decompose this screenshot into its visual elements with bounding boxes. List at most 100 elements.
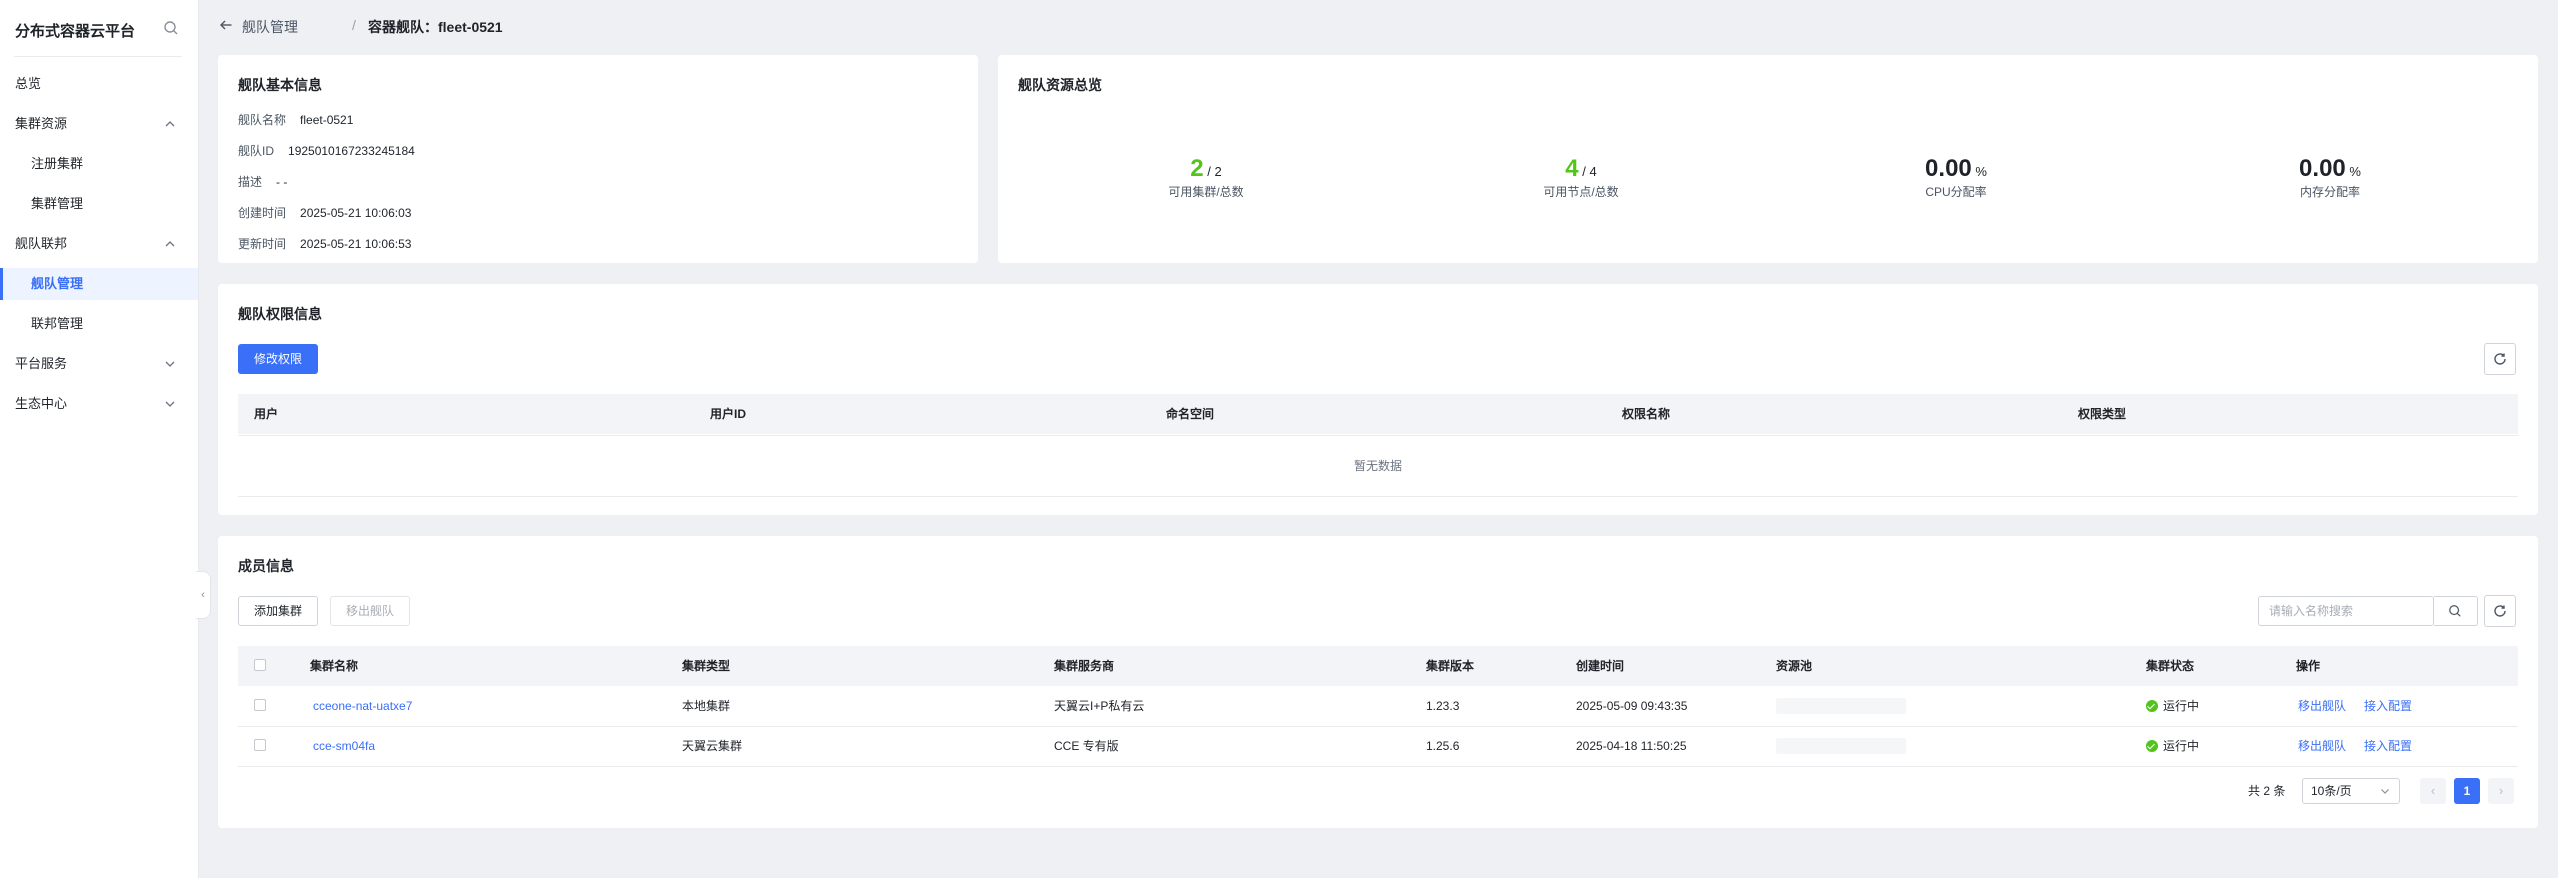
stat-suffix: %	[1975, 164, 1987, 179]
sidebar-item-overview[interactable]: 总览	[0, 68, 198, 100]
info-value: 2025-05-21 10:06:03	[300, 206, 412, 220]
next-page-button[interactable]: ›	[2488, 778, 2514, 804]
column-header: 集群名称	[310, 659, 359, 673]
search-icon	[2449, 605, 2461, 617]
access-config-link[interactable]: 接入配置	[2364, 686, 2412, 726]
select-all-checkbox[interactable]	[254, 659, 266, 671]
permissions-table-header: 用户 用户ID 命名空间 权限名称 权限类型	[238, 394, 2518, 434]
edit-permissions-button[interactable]: 修改权限	[238, 344, 318, 374]
refresh-button[interactable]	[2484, 595, 2516, 627]
stat-available-nodes: 4 / 4 可用节点/总数	[1481, 155, 1681, 200]
sidebar-item-fleet-federation[interactable]: 舰队联邦	[0, 228, 198, 260]
members-table-header: 集群名称 集群类型 集群服务商 集群版本 创建时间 资源池 集群状态 操作	[238, 646, 2518, 686]
row-checkbox[interactable]	[254, 739, 266, 751]
member-info-card: 成员信息 添加集群 移出舰队 集群名称 集群类型 集群服务商 集群版本 创建时间…	[218, 536, 2538, 828]
sidebar-item-label: 舰队联邦	[15, 236, 68, 251]
sidebar-item-ecosystem-center[interactable]: 生态中心	[0, 388, 198, 420]
cluster-version: 1.23.3	[1426, 699, 1460, 713]
search-icon[interactable]	[163, 20, 179, 36]
stat-value: 0.00	[2299, 155, 2346, 182]
info-label: 创建时间	[238, 206, 287, 220]
cluster-version: 1.25.6	[1426, 739, 1460, 753]
page-number-button[interactable]: 1	[2454, 778, 2480, 804]
sidebar-item-label: 舰队管理	[31, 276, 84, 291]
info-label: 描述	[238, 175, 263, 189]
add-cluster-button[interactable]: 添加集群	[238, 596, 318, 626]
sidebar-item-label: 集群管理	[31, 196, 84, 211]
column-header: 操作	[2296, 659, 2321, 673]
sidebar-item-label: 总览	[15, 76, 42, 91]
stat-memory-allocation: 0.00 % 内存分配率	[2230, 155, 2430, 200]
card-title: 舰队权限信息	[238, 306, 322, 322]
info-label: 舰队名称	[238, 113, 287, 127]
cluster-name-link[interactable]: cce-sm04fa	[313, 726, 375, 766]
column-header: 集群版本	[1426, 659, 1475, 673]
empty-text: 暂无数据	[1353, 459, 1402, 473]
info-label: 舰队ID	[238, 144, 275, 158]
stat-suffix: / 4	[1582, 164, 1597, 179]
fleet-basic-info-card: 舰队基本信息 舰队名称 fleet-0521 舰队ID 19250101672332…	[218, 55, 978, 263]
info-label: 更新时间	[238, 237, 287, 251]
sidebar-item-platform-services[interactable]: 平台服务	[0, 348, 198, 380]
cluster-status: 运行中	[2146, 686, 2199, 726]
sidebar-item-federation-management[interactable]: 联邦管理	[0, 308, 198, 340]
check-circle-icon	[2146, 700, 2158, 712]
chevron-left-icon: ‹	[201, 589, 205, 601]
column-header: 权限类型	[2078, 407, 2127, 421]
row-checkbox[interactable]	[254, 699, 266, 711]
back-arrow-icon[interactable]	[219, 18, 233, 32]
cluster-created-time: 2025-05-09 09:43:35	[1576, 699, 1688, 713]
remove-from-fleet-link[interactable]: 移出舰队	[2298, 726, 2346, 766]
cluster-name-link[interactable]: cceone-nat-uatxe7	[313, 686, 412, 726]
column-header: 集群状态	[2146, 659, 2195, 673]
remove-from-fleet-link[interactable]: 移出舰队	[2298, 686, 2346, 726]
column-header: 集群类型	[682, 659, 731, 673]
column-header: 用户ID	[710, 407, 747, 421]
brand-title: 分布式容器云平台	[15, 23, 136, 40]
page-title: 容器舰队：fleet-0521	[368, 19, 503, 35]
info-value: 2025-05-21 10:06:53	[300, 237, 412, 251]
pagination-total: 共 2 条	[2248, 784, 2286, 798]
check-circle-icon	[2146, 740, 2158, 752]
sidebar-item-cluster-management[interactable]: 集群管理	[0, 188, 198, 220]
sidebar-collapse-toggle[interactable]: ‹	[196, 571, 211, 619]
page-size-select[interactable]: 10条/页	[2302, 778, 2400, 804]
stat-value: 2	[1190, 155, 1204, 182]
info-row-created: 创建时间 2025-05-21 10:06:03	[238, 204, 411, 221]
stat-value: 0.00	[1925, 155, 1972, 182]
search-button[interactable]	[2434, 596, 2478, 626]
column-header: 权限名称	[1622, 407, 1671, 421]
breadcrumb-parent-link[interactable]: 舰队管理	[242, 17, 298, 37]
stat-cpu-allocation: 0.00 % CPU分配率	[1856, 155, 2056, 200]
divider	[14, 56, 182, 57]
page-size-value: 10条/页	[2311, 784, 2352, 798]
sidebar-item-register-cluster[interactable]: 注册集群	[0, 148, 198, 180]
sidebar-item-label: 生态中心	[15, 396, 68, 411]
info-row-name: 舰队名称 fleet-0521	[238, 111, 353, 128]
stat-available-clusters: 2 / 2 可用集群/总数	[1106, 155, 1306, 200]
resource-pool-placeholder	[1776, 698, 1906, 714]
column-header: 用户	[254, 407, 279, 421]
info-row-description: 描述 - -	[238, 173, 287, 190]
info-row-id: 舰队ID 1925010167233245184	[238, 142, 415, 159]
remove-from-fleet-button[interactable]: 移出舰队	[330, 596, 410, 626]
card-title: 成员信息	[238, 558, 294, 574]
access-config-link[interactable]: 接入配置	[2364, 726, 2412, 766]
refresh-button[interactable]	[2484, 343, 2516, 375]
table-row: cceone-nat-uatxe7 本地集群 天翼云I+P私有云 1.23.3 …	[238, 686, 2518, 727]
chevron-up-icon	[165, 241, 175, 247]
sidebar-item-label: 联邦管理	[31, 316, 84, 331]
sidebar: 分布式容器云平台 总览 集群资源 注册集群 集群管理 舰队联邦 舰队管理 联邦管…	[0, 0, 199, 878]
prev-page-button[interactable]: ‹	[2420, 778, 2446, 804]
fleet-resource-overview-card: 舰队资源总览 2 / 2 可用集群/总数 4 / 4 可用节点/总数 0.00 …	[998, 55, 2538, 263]
refresh-icon	[2494, 605, 2506, 617]
status-text: 运行中	[2163, 699, 2200, 713]
search-input[interactable]	[2258, 596, 2434, 626]
card-title: 舰队基本信息	[238, 77, 322, 93]
sidebar-item-label: 注册集群	[31, 156, 84, 171]
cluster-status: 运行中	[2146, 726, 2199, 766]
column-header: 资源池	[1776, 659, 1813, 673]
sidebar-item-fleet-management[interactable]: 舰队管理	[0, 268, 198, 300]
sidebar-item-cluster-resources[interactable]: 集群资源	[0, 108, 198, 140]
cluster-provider: 天翼云I+P私有云	[1054, 699, 1145, 713]
